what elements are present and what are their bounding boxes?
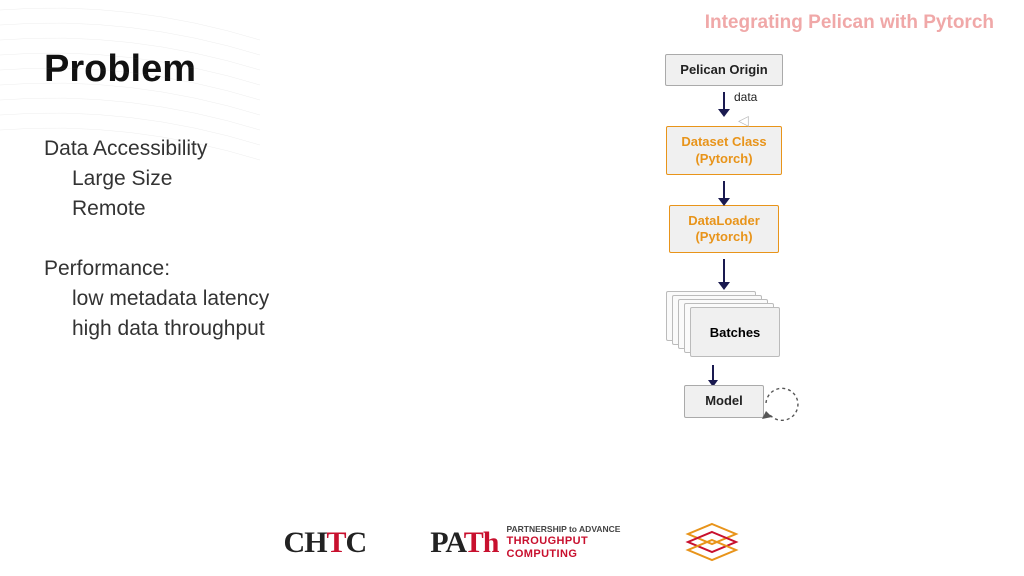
- bullet: Large Size: [44, 167, 464, 191]
- logo-text: PA: [430, 526, 464, 559]
- flow-diagram: Pelican Origin data ▷ Dataset Class (Pyt…: [464, 48, 984, 418]
- footer-logos: CHTC PATh PARTNERSHIP to ADVANCE THROUGH…: [0, 522, 1024, 564]
- arrow-label-data: data: [734, 90, 757, 104]
- logo-text: T: [327, 526, 346, 559]
- loop-icon: [760, 381, 804, 425]
- node-text: (Pytorch): [695, 229, 752, 244]
- logo-text: C: [346, 526, 367, 559]
- logo-chtc: CHTC: [284, 526, 367, 560]
- node-batches: Batches: [690, 307, 780, 357]
- arrow-icon: [723, 259, 725, 283]
- node-text: Dataset Class: [681, 134, 766, 149]
- logo-text: CH: [284, 526, 327, 559]
- arrow-icon: [723, 181, 725, 199]
- arrow-icon: [712, 365, 714, 381]
- arrow-icon: [723, 92, 725, 110]
- logo-layers-icon: [684, 522, 740, 564]
- content-left: Problem Data Accessibility Large Size Re…: [44, 48, 464, 418]
- logo-tagline: PARTNERSHIP to ADVANCE: [506, 525, 620, 535]
- node-dataloader: DataLoader (Pytorch): [669, 205, 779, 254]
- cursor-icon: ▷: [738, 112, 749, 129]
- node-model: Model: [684, 385, 764, 417]
- logo-text: Th: [464, 526, 499, 559]
- logo-path: PATh PARTNERSHIP to ADVANCE THROUGHPUT C…: [430, 525, 620, 560]
- slide-title: Problem: [44, 48, 464, 91]
- node-batches-stack: Batches: [664, 289, 784, 361]
- node-text: (Pytorch): [695, 151, 752, 166]
- bullet: low metadata latency: [44, 287, 464, 311]
- section-head-2: Performance:: [44, 257, 464, 281]
- node-pelican-origin: Pelican Origin: [665, 54, 782, 86]
- section-head-1: Data Accessibility: [44, 137, 464, 161]
- node-dataset-class: Dataset Class (Pytorch): [666, 126, 781, 175]
- node-text: DataLoader: [688, 213, 760, 228]
- logo-tagline: COMPUTING: [506, 548, 620, 561]
- bullet: Remote: [44, 197, 464, 221]
- logo-tagline: THROUGHPUT: [506, 535, 620, 548]
- slide-header-label: Integrating Pelican with Pytorch: [705, 12, 994, 34]
- bullet: high data throughput: [44, 317, 464, 341]
